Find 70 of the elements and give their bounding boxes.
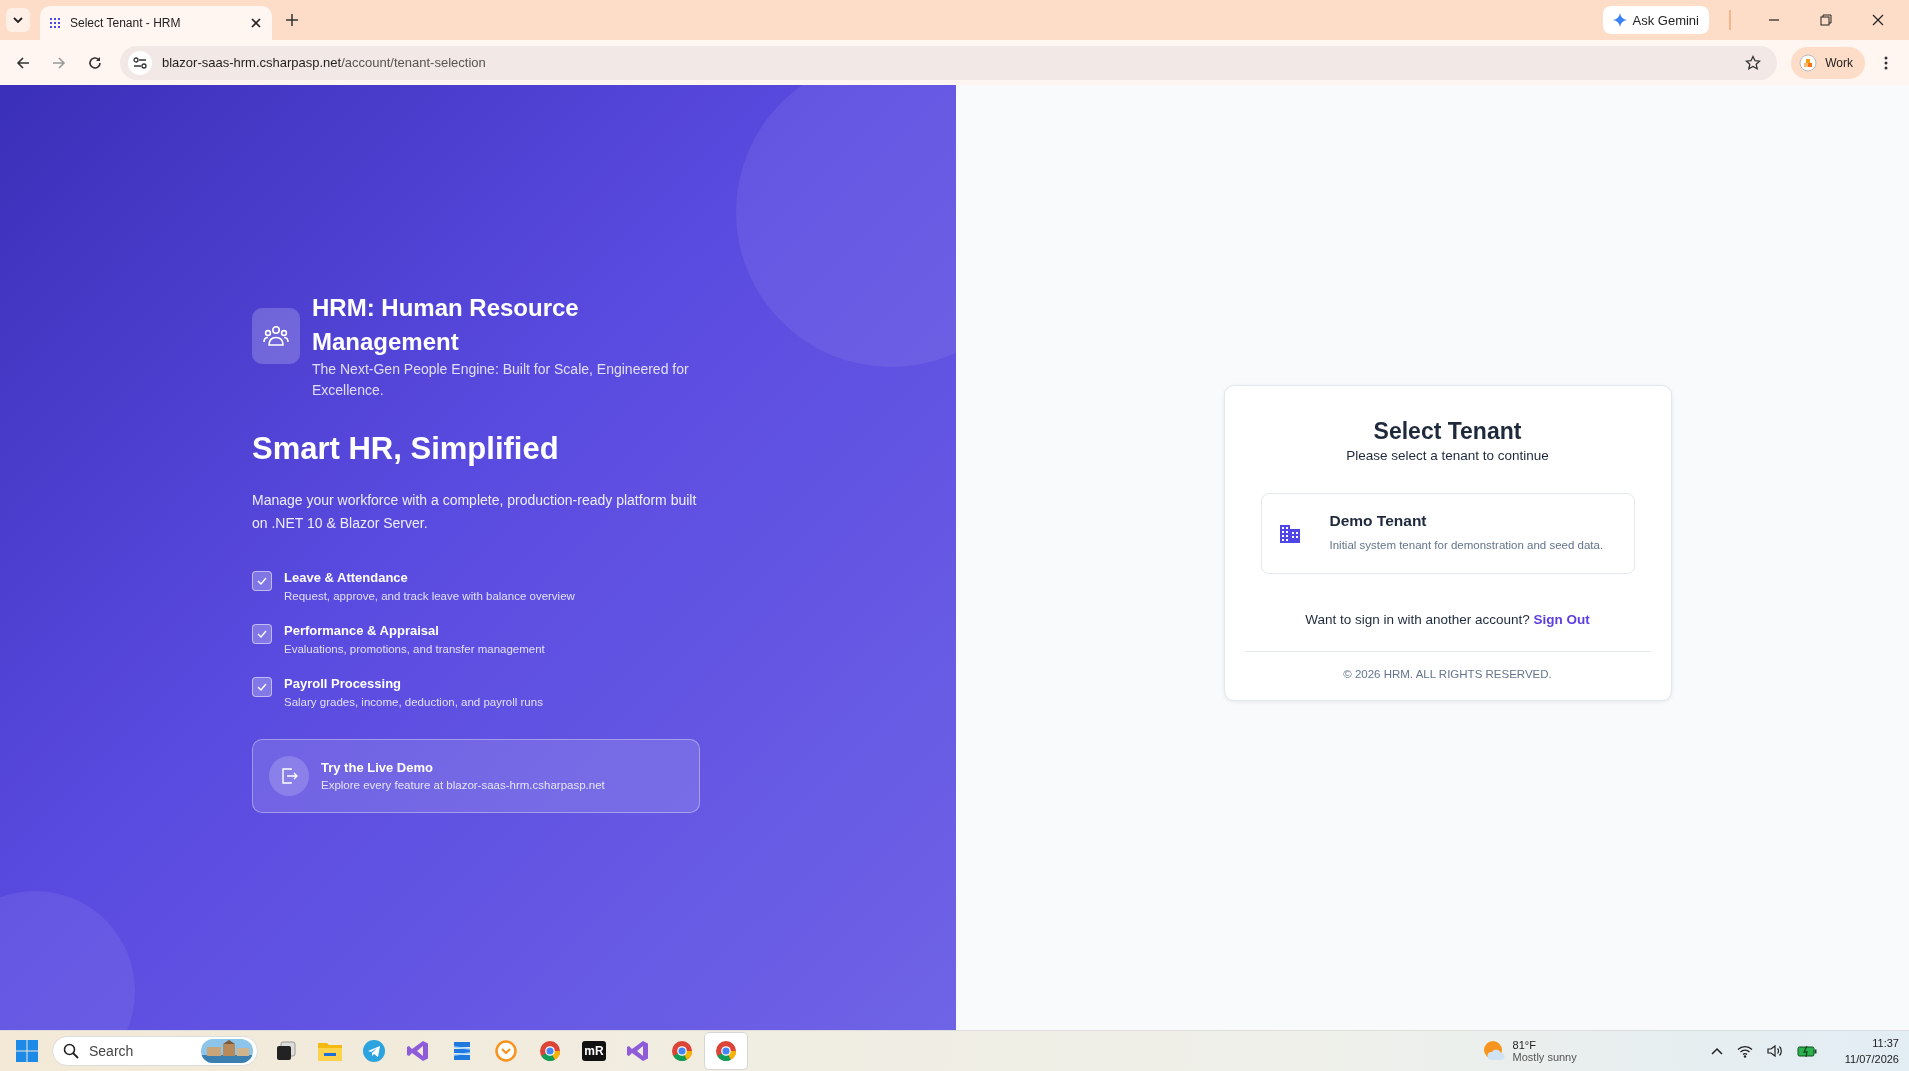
restore-icon[interactable] bbox=[1820, 14, 1832, 26]
ring-icon[interactable] bbox=[715, 1040, 737, 1062]
tab-title: Select Tenant - HRM bbox=[70, 16, 182, 30]
card-subtitle: Please select a tenant to continue bbox=[1345, 448, 1550, 463]
people-group-icon bbox=[263, 325, 289, 347]
sign-out-link[interactable]: Sign Out bbox=[1533, 612, 1590, 627]
ring-icon[interactable] bbox=[671, 1040, 693, 1062]
paper-plane-icon[interactable] bbox=[363, 1040, 385, 1062]
address-bar[interactable]: blazor-saas-hrm.csharpasp.net/account/tenant-selection bbox=[120, 45, 1778, 80]
tagline: The Next-Gen People Engine: Built for Scale, Engineered for Excellence. bbox=[312, 360, 690, 400]
feature-description: Request, approve, and track leave with balance overview bbox=[284, 589, 575, 604]
sign-in-prompt: Want to sign in with another account? bbox=[1305, 612, 1530, 627]
check-icon bbox=[257, 682, 267, 692]
clock-date[interactable]: 11/07/2026 bbox=[1844, 1051, 1899, 1067]
back-icon[interactable] bbox=[16, 55, 30, 70]
check-icon bbox=[257, 576, 267, 586]
hero-text: Manage your workforce with a complete, production-ready platform built on .NET 10 & Blazor Server. bbox=[252, 491, 698, 533]
feature-title: Payroll Processing bbox=[284, 675, 403, 693]
start-icon[interactable] bbox=[16, 1040, 38, 1062]
weather-condition: Mostly sunny bbox=[1512, 1051, 1577, 1063]
ring-icon[interactable] bbox=[539, 1040, 561, 1062]
sparkle-icon bbox=[1612, 13, 1627, 27]
chevron-up-icon[interactable] bbox=[1710, 1047, 1723, 1055]
close-window-icon[interactable] bbox=[1872, 14, 1884, 26]
tab-search-button[interactable] bbox=[6, 8, 30, 32]
feature-title: Leave & Attendance bbox=[284, 569, 409, 587]
folder-icon[interactable] bbox=[318, 1041, 342, 1061]
ribbon-icon[interactable] bbox=[407, 1040, 429, 1062]
reload-icon[interactable] bbox=[88, 55, 102, 70]
feature-title: Performance & Appraisal bbox=[284, 622, 440, 640]
task-view-icon[interactable] bbox=[275, 1040, 297, 1062]
more-menu-icon[interactable] bbox=[1884, 55, 1888, 70]
app-tile[interactable]: mR bbox=[582, 1041, 606, 1061]
site-settings-icon[interactable] bbox=[133, 55, 147, 70]
temperature: 81°F bbox=[1512, 1039, 1537, 1051]
feature-description: Salary grades, income, deduction, and payroll runs bbox=[284, 695, 543, 710]
tenant-option[interactable]: Demo Tenant Initial system tenant for demonstration and seed data. bbox=[1260, 493, 1635, 574]
feature-description: Evaluations, promotions, and transfer management bbox=[284, 642, 545, 657]
card-title: Select Tenant bbox=[1372, 417, 1523, 446]
demo-title: Try the Live Demo bbox=[321, 759, 434, 777]
wifi-icon[interactable] bbox=[1736, 1044, 1753, 1058]
search-placeholder: Search bbox=[89, 1043, 135, 1059]
new-tab-icon[interactable] bbox=[286, 14, 298, 26]
demo-text: Explore every feature at blazor-saas-hrm.csharpasp.net bbox=[321, 778, 605, 793]
speaker-icon[interactable] bbox=[1766, 1044, 1783, 1058]
battery-charging-icon[interactable] bbox=[1796, 1045, 1817, 1057]
tenant-name: Demo Tenant bbox=[1329, 512, 1428, 530]
close-icon[interactable] bbox=[250, 17, 262, 29]
building-icon bbox=[1279, 524, 1300, 543]
tenant-description: Initial system tenant for demonstration and seed data. bbox=[1329, 538, 1604, 553]
grid-icon bbox=[50, 18, 60, 28]
search-field[interactable]: Search bbox=[52, 1036, 258, 1066]
stack-icon[interactable] bbox=[452, 1040, 472, 1062]
clock-time[interactable]: 11:37 bbox=[1844, 1035, 1899, 1051]
profile-icon bbox=[1799, 53, 1818, 72]
hero-heading: Smart HR, Simplified bbox=[252, 431, 560, 467]
ribbon-icon[interactable] bbox=[627, 1040, 649, 1062]
ask-gemini-button[interactable]: Ask Gemini bbox=[1602, 6, 1709, 34]
sun-cloud-icon bbox=[1482, 1040, 1505, 1062]
check-icon bbox=[257, 629, 267, 639]
profile-button[interactable]: Work bbox=[1791, 46, 1865, 79]
bookmark-star-icon[interactable] bbox=[1745, 54, 1762, 71]
copyright-text: © 2026 HRM. ALL RIGHTS RESERVED. bbox=[1342, 668, 1553, 680]
search-icon bbox=[63, 1043, 79, 1059]
chevron-down-icon bbox=[12, 14, 24, 26]
app-title: HRM: Human Resource Management bbox=[312, 293, 580, 357]
browser-tab[interactable]: Select Tenant - HRM bbox=[40, 6, 272, 40]
sign-in-icon bbox=[280, 767, 298, 785]
forward-icon[interactable] bbox=[52, 55, 66, 70]
live-demo-card[interactable]: Try the Live Demo Explore every feature at blazor-saas-hrm.csharpasp.net bbox=[252, 739, 700, 813]
